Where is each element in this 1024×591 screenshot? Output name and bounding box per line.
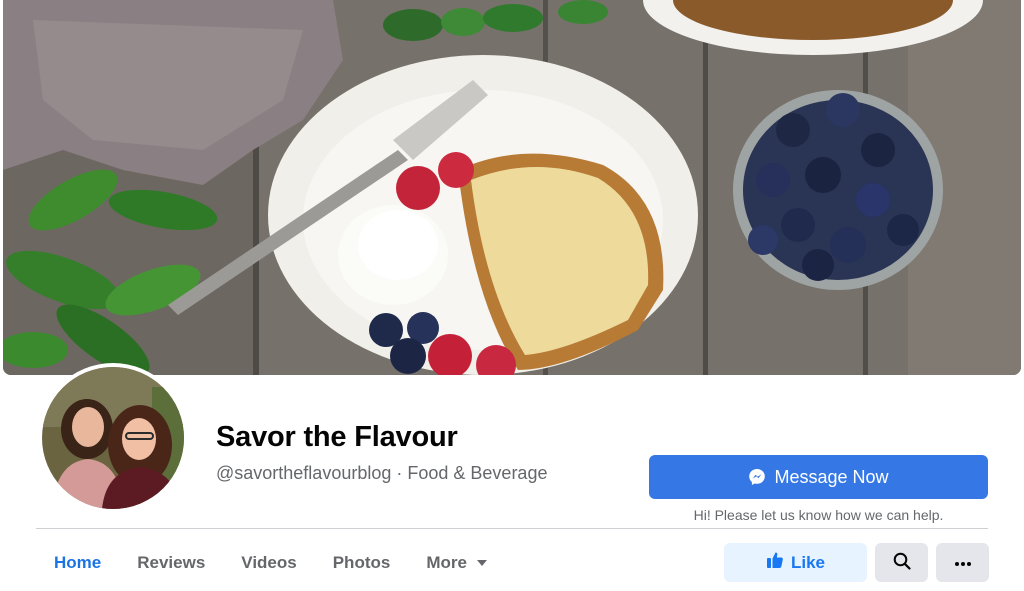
tab-photos[interactable]: Photos bbox=[315, 543, 409, 583]
search-button[interactable] bbox=[875, 543, 928, 582]
tab-home[interactable]: Home bbox=[36, 543, 119, 583]
tab-more-label: More bbox=[426, 553, 467, 572]
caret-down-icon bbox=[476, 560, 487, 566]
like-button[interactable]: Like bbox=[724, 543, 867, 582]
page-title: Savor the Flavour bbox=[216, 421, 458, 453]
thumbs-up-icon bbox=[766, 551, 784, 574]
search-icon bbox=[893, 552, 911, 573]
page-handle[interactable]: @savortheflavourblog bbox=[216, 463, 391, 483]
tab-home-label: Home bbox=[54, 553, 102, 572]
cover-photo-image bbox=[3, 0, 1021, 375]
facebook-page-header: Savor the Flavour @savortheflavourblog ·… bbox=[0, 0, 1024, 591]
tab-reviews[interactable]: Reviews bbox=[119, 543, 223, 583]
profile-avatar-image bbox=[42, 367, 184, 509]
messenger-icon bbox=[748, 468, 766, 486]
message-now-button[interactable]: Message Now bbox=[649, 455, 988, 499]
tab-videos[interactable]: Videos bbox=[223, 543, 314, 583]
message-now-label: Message Now bbox=[774, 466, 889, 487]
more-options-button[interactable] bbox=[936, 543, 989, 582]
header-divider bbox=[36, 528, 988, 529]
page-category[interactable]: Food & Beverage bbox=[407, 463, 547, 483]
cover-photo[interactable] bbox=[3, 0, 1021, 375]
page-subtitle: @savortheflavourblog · Food & Beverage bbox=[216, 463, 547, 484]
ellipsis-icon bbox=[954, 555, 972, 570]
tab-videos-label: Videos bbox=[241, 553, 297, 572]
cta-hint-text: Hi! Please let us know how we can help. bbox=[693, 507, 944, 523]
tab-photos-label: Photos bbox=[332, 553, 391, 572]
profile-avatar[interactable] bbox=[38, 363, 188, 513]
tab-reviews-label: Reviews bbox=[137, 553, 206, 572]
page-tabs: Home Reviews Videos Photos More bbox=[36, 543, 505, 583]
meta-separator: · bbox=[391, 463, 408, 483]
tab-more[interactable]: More bbox=[408, 543, 505, 583]
like-label: Like bbox=[790, 552, 826, 572]
